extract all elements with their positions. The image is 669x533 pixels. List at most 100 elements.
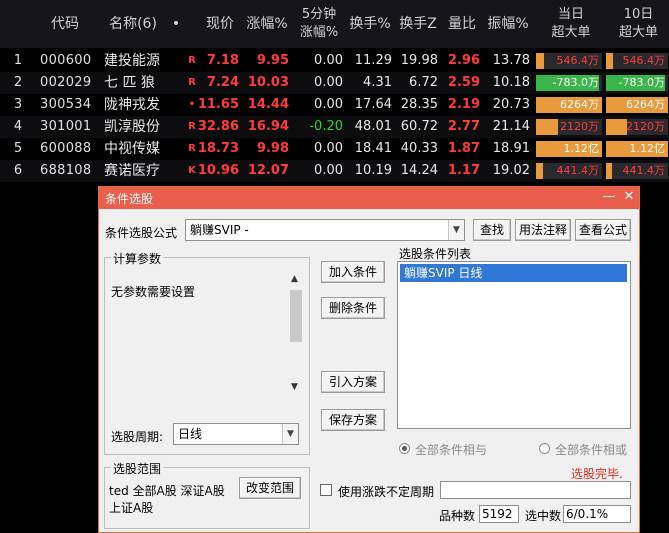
row-index: 2 [13,75,23,90]
header-price[interactable]: 现价 [200,0,240,48]
minimize-icon[interactable]: — [601,189,617,205]
table-row[interactable]: 2 002029 七 匹 狼 R 7.24 10.03 0.00 4.31 6.72 2.59 10… [0,72,669,94]
header-5min-change[interactable]: 5分钟 涨幅% [294,0,344,48]
current-price: 32.86 [197,119,239,134]
stock-code: 000600 [40,53,92,68]
stock-name: 中视传媒 [104,141,160,157]
scrollbar-thumb[interactable] [290,290,302,342]
header-turnover-z[interactable]: 换手Z [396,0,440,48]
five-min-change: -0.20 [309,119,343,134]
range-text-1: ted 全部A股 深证A股 [109,484,225,498]
row-index: 4 [13,119,23,134]
uncertain-period-label: 使用涨跌不定周期 [338,485,435,499]
scroll-down-icon[interactable]: ▼ [291,382,298,392]
ten-day-big-order-bar: 441.4万 [606,163,668,179]
usage-notes-button[interactable]: 用法注释 [515,219,571,241]
row-index: 3 [13,97,23,112]
period-select[interactable]: 日线 ▼ [173,423,299,445]
bar-fill [536,53,544,69]
ten-day-big-order-bar: -783.0万 [606,75,668,91]
header-amplitude[interactable]: 振幅% [484,0,532,48]
dialog-title: 条件选股 [105,192,154,206]
header-turnover[interactable]: 换手% [346,0,394,48]
header-code[interactable]: 代码 [40,0,90,48]
ten-day-big-order-bar: 6264万 [606,97,668,113]
params-scrollbar[interactable]: ▲ ▼ [288,272,304,398]
radio-all-and[interactable] [399,443,410,454]
header-volume-ratio[interactable]: 量比 [442,0,482,48]
bar-fill [606,119,627,135]
bar-value: 546.4万 [556,54,600,67]
delete-condition-button[interactable]: 删除条件 [321,297,385,319]
bar-value: 1.12亿 [563,142,600,155]
volume-ratio: 2.59 [447,75,480,90]
current-price: 18.73 [197,141,239,156]
table-row[interactable]: 5 600088 中视传媒 R 18.73 9.98 0.00 18.41 40.33 1.87 1… [0,138,669,160]
bar-value: 6264万 [560,98,599,111]
table-row[interactable]: 3 300534 陇神戎发 • 11.65 14.44 0.00 17.64 28.35 2.19… [0,94,669,116]
condition-listbox[interactable]: 躺赚SVIP 日线 [397,261,631,429]
change-percent: 12.07 [247,163,289,178]
stock-name: 凯淳股份 [104,119,160,135]
stock-name: 陇神戎发 [104,97,160,113]
table-row[interactable]: 1 000600 建投能源 R 7.18 9.95 0.00 11.29 19.98 2.96 13… [0,50,669,72]
uncertain-period-checkbox[interactable] [320,484,332,496]
five-min-change: 0.00 [314,163,343,178]
find-button[interactable]: 查找 [473,219,511,241]
day-big-order-bar: 546.4万 [536,53,602,69]
view-formula-button[interactable]: 查看公式 [575,219,631,241]
five-min-change: 0.00 [314,75,343,90]
current-price: 7.24 [206,75,239,90]
five-min-change: 0.00 [314,97,343,112]
scroll-up-icon[interactable]: ▲ [291,274,298,284]
header-day-big-order[interactable]: 当日 超大单 [538,0,604,48]
table-row[interactable]: 4 301001 凯淳股份 R 32.86 16.94 -0.20 48.01 60.72 2.7… [0,116,669,138]
turnover-rate: 48.01 [354,119,392,134]
change-range-button[interactable]: 改变范围 [239,477,301,499]
params-text: 无参数需要设置 [111,285,196,299]
condition-stock-picker-dialog: 条件选股 — ✕ 条件选股公式 躺赚SVIP - ▼ 查找 用法注释 查看公式 … [98,186,640,533]
change-percent: 9.98 [256,141,289,156]
chevron-down-icon[interactable]: ▼ [448,220,464,240]
amplitude: 21.14 [492,119,530,134]
ten-day-big-order-bar: 2120万 [606,119,668,135]
day-big-order-bar: 6264万 [536,97,602,113]
import-plan-button[interactable]: 引入方案 [321,371,385,393]
amplitude: 10.18 [492,75,530,90]
range-group-title: 选股范围 [111,460,164,477]
chevron-down-icon[interactable]: ▼ [282,424,298,444]
radio-all-or-label: 全部条件相或 [555,443,628,457]
uncertain-period-input[interactable] [440,481,631,499]
save-plan-button[interactable]: 保存方案 [321,409,385,431]
amplitude: 13.78 [492,53,530,68]
change-percent: 16.94 [247,119,289,134]
selected-value: 6/0.1% [566,507,609,521]
header-change[interactable]: 涨幅% [244,0,290,48]
header-dot: • [171,16,181,32]
header-name[interactable]: 名称(6) [104,0,162,48]
condition-list-item[interactable]: 躺赚SVIP 日线 [400,264,627,282]
formula-select[interactable]: 躺赚SVIP - ▼ [185,219,465,241]
close-icon[interactable]: ✕ [621,189,637,205]
params-group-title: 计算参数 [111,250,164,267]
turnover-rate: 18.41 [354,141,392,156]
five-min-change: 0.00 [314,141,343,156]
volume-ratio: 2.96 [447,53,480,68]
count-value: 5192 [482,507,513,521]
condition-list-label: 选股条件列表 [399,247,472,261]
add-condition-button[interactable]: 加入条件 [321,261,385,283]
dialog-titlebar[interactable]: 条件选股 — ✕ [99,187,639,209]
radio-all-or[interactable] [539,443,550,454]
params-group: 计算参数 无参数需要设置 ▲ ▼ 选股周期: 日线 ▼ [104,250,310,455]
amplitude: 19.02 [492,163,530,178]
volume-ratio: 2.77 [447,119,480,134]
day-big-order-bar: 2120万 [536,119,602,135]
table-row[interactable]: 6 688108 赛诺医疗 K 10.96 12.07 0.00 10.19 14.24 1.17… [0,160,669,182]
bar-value: 441.4万 [622,164,666,177]
turnover-rate: 10.19 [354,163,392,178]
count-label: 品种数 [439,509,476,523]
bar-value: 2120万 [560,120,599,133]
range-group: 选股范围 ted 全部A股 深证A股 上证A股 改变范围 [104,460,310,529]
bar-value: -783.0万 [552,76,599,89]
header-10day-big-order[interactable]: 10日 超大单 [608,0,669,48]
